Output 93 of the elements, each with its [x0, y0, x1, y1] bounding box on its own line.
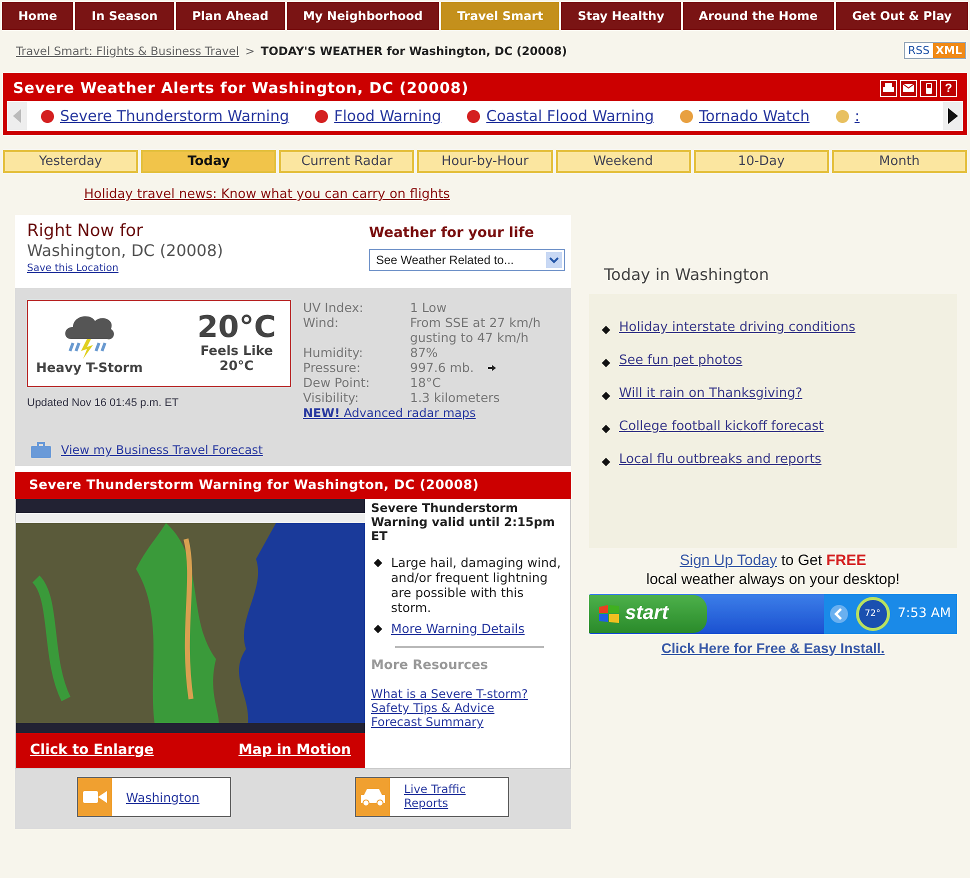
nav-tab[interactable]: My Neighborhood	[286, 2, 439, 30]
section-heading: Weather for your life	[369, 224, 535, 243]
save-location-link[interactable]: Save this Location	[27, 263, 118, 274]
news-link[interactable]: Holiday travel news: Know what you can carry on flights	[84, 187, 450, 202]
bullet-icon	[374, 558, 382, 568]
alert-link[interactable]: Severe Thunderstorm Warning	[60, 107, 290, 125]
page-title: TODAY'S WEATHER for Washington, DC (20008)	[260, 44, 568, 58]
detail-value: 1 Low	[410, 300, 448, 315]
warning-headline: Severe Thunderstorm Warning valid until 2:15pm ET	[371, 501, 556, 543]
story-link[interactable]: College football kickoff forecast	[619, 419, 824, 434]
detail-label: Pressure:	[303, 360, 362, 375]
section-heading: Right Now for	[27, 221, 144, 241]
nav-tab[interactable]: Home	[2, 2, 74, 30]
updated-time: Updated Nov 16 01:45 p.m. ET	[27, 396, 180, 409]
scroll-right-icon[interactable]	[943, 102, 963, 130]
story-link[interactable]: Local flu outbreaks and reports	[619, 452, 822, 467]
video-link-card[interactable]: Washington	[77, 777, 231, 817]
map-link[interactable]: Map in Motion	[238, 742, 351, 758]
car-icon	[359, 787, 387, 807]
detail-label: Humidity:	[303, 345, 364, 360]
temperature: 20°C	[197, 311, 276, 344]
bullet-icon	[602, 326, 610, 334]
card-link[interactable]: Washington	[126, 790, 200, 804]
detail-label: UV Index:	[303, 300, 364, 315]
detail-value: 997.6 mb.	[410, 360, 474, 375]
promo-text: Sign Up Today to Get FREE local weather always on your desktop!	[645, 551, 901, 590]
breadcrumb-separator: >	[245, 44, 255, 58]
warning-text: Large hail, damaging wind, and/or frequent lightning are possible with this storm.	[391, 555, 562, 615]
nav-tab[interactable]: Around the Home	[682, 2, 834, 30]
forecast-tab[interactable]: Month	[832, 150, 967, 173]
bullet-icon	[602, 458, 610, 466]
help-button[interactable]: ?	[940, 80, 957, 96]
feels-like-label: Feels Like	[200, 344, 273, 359]
mobile-phone-icon[interactable]	[920, 80, 937, 96]
alert-link[interactable]: Flood Warning	[334, 107, 442, 125]
bullet-icon	[374, 624, 382, 634]
map-link[interactable]: Click to Enlarge	[30, 742, 154, 758]
alert-link[interactable]: Coastal Flood Warning	[486, 107, 654, 125]
forecast-tab[interactable]: Yesterday	[3, 150, 138, 173]
breadcrumb-link[interactable]: Travel Smart: Flights & Business Travel	[16, 44, 240, 58]
detail-label: Wind:	[303, 315, 340, 332]
resource-link[interactable]: What is a Severe T-storm?	[371, 687, 564, 701]
nav-tab[interactable]: In Season	[75, 2, 174, 30]
clock-text: 7:53 AM	[898, 606, 951, 621]
resource-link[interactable]: Safety Tips & Advice	[371, 701, 564, 715]
windows-flag-icon	[599, 604, 619, 622]
bullet-icon	[602, 424, 610, 434]
weather-tray-icon: 72°	[856, 596, 890, 630]
section-heading: Today in Washington	[603, 264, 770, 286]
card-link[interactable]: Live Traffic Reports	[404, 783, 484, 811]
video-link-card[interactable]: Live Traffic Reports	[355, 777, 509, 817]
detail-value: From SSE at 27 km/h	[410, 315, 542, 330]
print-icon[interactable]	[880, 80, 897, 96]
resources-heading: More Resources	[371, 658, 490, 675]
signup-link[interactable]: Sign Up Today	[680, 552, 778, 569]
forecast-tab[interactable]: Hour-by-Hour	[417, 150, 553, 173]
location-text: Washington, DC (20008)	[27, 241, 224, 260]
detail-value: 18°C	[410, 375, 442, 390]
alerts-title: Severe Weather Alerts for Washington, DC (20008)	[13, 79, 469, 97]
install-link[interactable]: Click Here for Free & Easy Install.	[589, 634, 957, 656]
forecast-tab[interactable]: Today	[141, 150, 276, 173]
nav-tab[interactable]: Stay Healthy	[561, 2, 681, 30]
bullet-icon	[602, 358, 610, 368]
briefcase-icon	[31, 442, 51, 458]
warning-title: Severe Thunderstorm Warning for Washington, DC (20008)	[15, 472, 571, 499]
warning-details-link[interactable]: More Warning Details	[391, 621, 525, 636]
video-camera-icon	[83, 789, 107, 805]
forecast-tab[interactable]: Weekend	[556, 150, 691, 173]
nav-tab[interactable]: Get Out & Play	[836, 2, 968, 30]
chevron-icon	[830, 604, 848, 622]
nav-tab[interactable]: Plan Ahead	[176, 2, 285, 30]
condition-text: Heavy T-Storm	[36, 361, 143, 376]
topic-dropdown[interactable]: See Weather Related to...	[369, 249, 565, 271]
radar-maps-link[interactable]: NEW! Advanced radar maps	[303, 406, 476, 420]
alert-link[interactable]: Tornado Watch	[699, 107, 810, 125]
detail-label: Dew Point:	[303, 375, 371, 390]
forecast-tab[interactable]: 10-Day	[694, 150, 829, 173]
detail-value: 87%	[410, 345, 439, 360]
bullet-icon	[602, 392, 610, 400]
rss-badge[interactable]: RSS XML	[904, 42, 966, 59]
story-link[interactable]: Holiday interstate driving conditions	[619, 320, 856, 335]
business-forecast-link[interactable]: View my Business Travel Forecast	[61, 443, 263, 457]
resource-link[interactable]: Forecast Summary	[371, 715, 564, 729]
detail-value: gusting to 47 km/h	[410, 330, 530, 345]
story-link[interactable]: See fun pet photos	[619, 353, 742, 368]
detail-value: 1.3 kilometers	[410, 390, 501, 405]
alert-link[interactable]: :	[854, 107, 860, 125]
arrow-icon	[488, 364, 496, 372]
story-link[interactable]: Will it rain on Thanksgiving?	[619, 386, 802, 401]
email-icon[interactable]	[900, 80, 917, 96]
detail-label: Visibility:	[303, 390, 360, 405]
feels-like-value: 20°C	[220, 359, 254, 374]
forecast-tab[interactable]: Current Radar	[279, 150, 414, 173]
